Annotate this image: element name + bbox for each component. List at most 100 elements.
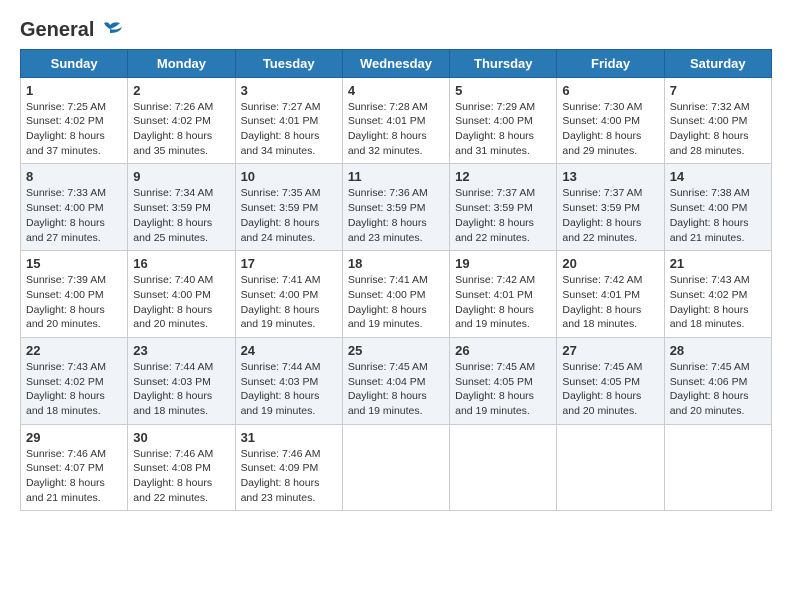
day-header-wednesday: Wednesday: [342, 49, 449, 77]
calendar-week-row: 29 Sunrise: 7:46 AM Sunset: 4:07 PM Dayl…: [21, 424, 772, 511]
calendar-cell: 27 Sunrise: 7:45 AM Sunset: 4:05 PM Dayl…: [557, 337, 664, 424]
sunrise-label: Sunrise: 7:45 AM: [670, 361, 750, 373]
sunrise-label: Sunrise: 7:34 AM: [133, 187, 213, 199]
sunset-label: Sunset: 4:01 PM: [455, 289, 533, 301]
cell-content: Sunrise: 7:42 AM Sunset: 4:01 PM Dayligh…: [562, 273, 658, 332]
day-number: 9: [133, 169, 229, 184]
sunrise-label: Sunrise: 7:29 AM: [455, 101, 535, 113]
calendar-cell: 22 Sunrise: 7:43 AM Sunset: 4:02 PM Dayl…: [21, 337, 128, 424]
day-number: 21: [670, 256, 766, 271]
day-number: 30: [133, 430, 229, 445]
sunrise-label: Sunrise: 7:41 AM: [348, 274, 428, 286]
calendar-cell: 23 Sunrise: 7:44 AM Sunset: 4:03 PM Dayl…: [128, 337, 235, 424]
day-number: 8: [26, 169, 122, 184]
daylight-label: Daylight: 8 hours and 32 minutes.: [348, 130, 427, 157]
sunset-label: Sunset: 4:00 PM: [26, 202, 104, 214]
daylight-label: Daylight: 8 hours and 20 minutes.: [133, 304, 212, 331]
sunset-label: Sunset: 4:01 PM: [241, 115, 319, 127]
calendar-cell: 6 Sunrise: 7:30 AM Sunset: 4:00 PM Dayli…: [557, 77, 664, 164]
cell-content: Sunrise: 7:41 AM Sunset: 4:00 PM Dayligh…: [241, 273, 337, 332]
daylight-label: Daylight: 8 hours and 23 minutes.: [348, 217, 427, 244]
calendar-cell: 7 Sunrise: 7:32 AM Sunset: 4:00 PM Dayli…: [664, 77, 771, 164]
calendar-cell: 2 Sunrise: 7:26 AM Sunset: 4:02 PM Dayli…: [128, 77, 235, 164]
day-header-friday: Friday: [557, 49, 664, 77]
sunset-label: Sunset: 4:01 PM: [562, 289, 640, 301]
cell-content: Sunrise: 7:30 AM Sunset: 4:00 PM Dayligh…: [562, 100, 658, 159]
sunset-label: Sunset: 4:02 PM: [133, 115, 211, 127]
calendar-table: SundayMondayTuesdayWednesdayThursdayFrid…: [20, 49, 772, 512]
logo: General: [20, 20, 124, 39]
day-number: 16: [133, 256, 229, 271]
calendar-cell: 24 Sunrise: 7:44 AM Sunset: 4:03 PM Dayl…: [235, 337, 342, 424]
cell-content: Sunrise: 7:46 AM Sunset: 4:09 PM Dayligh…: [241, 447, 337, 506]
sunset-label: Sunset: 4:05 PM: [455, 376, 533, 388]
sunset-label: Sunset: 4:04 PM: [348, 376, 426, 388]
cell-content: Sunrise: 7:25 AM Sunset: 4:02 PM Dayligh…: [26, 100, 122, 159]
calendar-cell: [450, 424, 557, 511]
logo-general: General: [20, 19, 94, 41]
cell-content: Sunrise: 7:45 AM Sunset: 4:05 PM Dayligh…: [562, 360, 658, 419]
sunrise-label: Sunrise: 7:38 AM: [670, 187, 750, 199]
daylight-label: Daylight: 8 hours and 19 minutes.: [348, 390, 427, 417]
cell-content: Sunrise: 7:42 AM Sunset: 4:01 PM Dayligh…: [455, 273, 551, 332]
sunset-label: Sunset: 4:03 PM: [241, 376, 319, 388]
sunrise-label: Sunrise: 7:45 AM: [562, 361, 642, 373]
sunrise-label: Sunrise: 7:37 AM: [455, 187, 535, 199]
calendar-week-row: 8 Sunrise: 7:33 AM Sunset: 4:00 PM Dayli…: [21, 164, 772, 251]
day-number: 28: [670, 343, 766, 358]
cell-content: Sunrise: 7:45 AM Sunset: 4:05 PM Dayligh…: [455, 360, 551, 419]
daylight-label: Daylight: 8 hours and 20 minutes.: [562, 390, 641, 417]
day-number: 25: [348, 343, 444, 358]
calendar-cell: 11 Sunrise: 7:36 AM Sunset: 3:59 PM Dayl…: [342, 164, 449, 251]
cell-content: Sunrise: 7:45 AM Sunset: 4:06 PM Dayligh…: [670, 360, 766, 419]
day-number: 2: [133, 83, 229, 98]
sunrise-label: Sunrise: 7:33 AM: [26, 187, 106, 199]
sunrise-label: Sunrise: 7:46 AM: [26, 448, 106, 460]
day-header-monday: Monday: [128, 49, 235, 77]
sunrise-label: Sunrise: 7:42 AM: [455, 274, 535, 286]
day-number: 17: [241, 256, 337, 271]
daylight-label: Daylight: 8 hours and 24 minutes.: [241, 217, 320, 244]
sunrise-label: Sunrise: 7:44 AM: [241, 361, 321, 373]
calendar-cell: 8 Sunrise: 7:33 AM Sunset: 4:00 PM Dayli…: [21, 164, 128, 251]
sunset-label: Sunset: 3:59 PM: [348, 202, 426, 214]
sunset-label: Sunset: 4:00 PM: [133, 289, 211, 301]
sunrise-label: Sunrise: 7:39 AM: [26, 274, 106, 286]
cell-content: Sunrise: 7:33 AM Sunset: 4:00 PM Dayligh…: [26, 186, 122, 245]
day-header-sunday: Sunday: [21, 49, 128, 77]
daylight-label: Daylight: 8 hours and 19 minutes.: [348, 304, 427, 331]
daylight-label: Daylight: 8 hours and 22 minutes.: [455, 217, 534, 244]
cell-content: Sunrise: 7:45 AM Sunset: 4:04 PM Dayligh…: [348, 360, 444, 419]
sunrise-label: Sunrise: 7:44 AM: [133, 361, 213, 373]
day-number: 3: [241, 83, 337, 98]
calendar-cell: 10 Sunrise: 7:35 AM Sunset: 3:59 PM Dayl…: [235, 164, 342, 251]
sunrise-label: Sunrise: 7:36 AM: [348, 187, 428, 199]
sunrise-label: Sunrise: 7:41 AM: [241, 274, 321, 286]
daylight-label: Daylight: 8 hours and 28 minutes.: [670, 130, 749, 157]
sunrise-label: Sunrise: 7:32 AM: [670, 101, 750, 113]
calendar-cell: 4 Sunrise: 7:28 AM Sunset: 4:01 PM Dayli…: [342, 77, 449, 164]
page-header: General: [20, 20, 772, 39]
daylight-label: Daylight: 8 hours and 31 minutes.: [455, 130, 534, 157]
sunset-label: Sunset: 4:03 PM: [133, 376, 211, 388]
cell-content: Sunrise: 7:44 AM Sunset: 4:03 PM Dayligh…: [133, 360, 229, 419]
day-number: 22: [26, 343, 122, 358]
daylight-label: Daylight: 8 hours and 19 minutes.: [241, 390, 320, 417]
calendar-cell: 16 Sunrise: 7:40 AM Sunset: 4:00 PM Dayl…: [128, 251, 235, 338]
calendar-cell: 31 Sunrise: 7:46 AM Sunset: 4:09 PM Dayl…: [235, 424, 342, 511]
day-number: 26: [455, 343, 551, 358]
sunset-label: Sunset: 3:59 PM: [562, 202, 640, 214]
day-number: 19: [455, 256, 551, 271]
daylight-label: Daylight: 8 hours and 34 minutes.: [241, 130, 320, 157]
calendar-cell: [664, 424, 771, 511]
day-number: 1: [26, 83, 122, 98]
sunrise-label: Sunrise: 7:46 AM: [133, 448, 213, 460]
sunrise-label: Sunrise: 7:45 AM: [348, 361, 428, 373]
calendar-cell: 17 Sunrise: 7:41 AM Sunset: 4:00 PM Dayl…: [235, 251, 342, 338]
cell-content: Sunrise: 7:46 AM Sunset: 4:07 PM Dayligh…: [26, 447, 122, 506]
calendar-header-row: SundayMondayTuesdayWednesdayThursdayFrid…: [21, 49, 772, 77]
day-number: 11: [348, 169, 444, 184]
sunrise-label: Sunrise: 7:27 AM: [241, 101, 321, 113]
sunset-label: Sunset: 4:00 PM: [670, 115, 748, 127]
sunrise-label: Sunrise: 7:40 AM: [133, 274, 213, 286]
